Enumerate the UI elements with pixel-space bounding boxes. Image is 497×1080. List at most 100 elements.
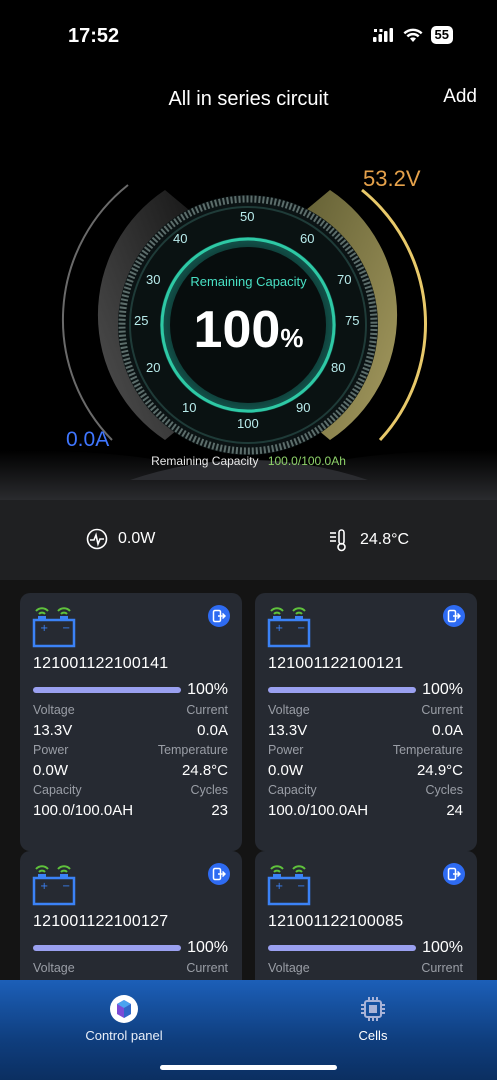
power-stat: 0.0W — [86, 528, 155, 550]
current-label: Current — [421, 703, 463, 717]
current-label: Current — [186, 961, 228, 975]
status-icons: 55 — [372, 26, 453, 44]
gauge-tick: 80 — [331, 360, 346, 375]
battery-wireless-icon: + − — [32, 607, 76, 648]
card-exit-button[interactable] — [443, 863, 465, 885]
label-row: Voltage Current — [268, 703, 463, 717]
temperature-label: Temperature — [392, 743, 463, 757]
battery-percent: 100% — [422, 939, 463, 956]
battery-level-bar — [33, 945, 181, 951]
capacity-value: 100.0/100.0AH — [268, 802, 369, 819]
temperature-label: Temperature — [157, 743, 228, 757]
label-row: Voltage Current — [33, 961, 228, 975]
value-row: 13.3V 0.0A — [268, 722, 463, 739]
battery-wireless-icon: + − — [267, 865, 311, 906]
gauge-label: Remaining Capacity — [190, 274, 307, 289]
voltage-value: 13.3V — [33, 722, 73, 739]
capacity-label: Capacity — [33, 783, 82, 797]
gauge-tick: 20 — [146, 360, 161, 375]
remaining-capacity-line: Remaining Capacity 100.0/100.0Ah — [0, 454, 497, 468]
stats-bar: 0.0W 24.8°C — [0, 500, 497, 580]
voltage-label: Voltage — [33, 703, 75, 717]
gauge-tick: 50 — [240, 209, 255, 224]
capacity-percent: 100% — [0, 300, 497, 360]
label-row: Capacity Cycles — [33, 783, 228, 797]
voltage-label: Voltage — [33, 961, 75, 975]
tab-cells[interactable]: Cells — [283, 994, 463, 1043]
svg-text:−: − — [62, 623, 70, 634]
battery-level-bar — [268, 945, 416, 951]
card-exit-button[interactable] — [208, 863, 230, 885]
tab-label: Cells — [358, 1028, 388, 1043]
gauge-tick: 60 — [300, 231, 315, 246]
power-value: 0.0W — [33, 762, 69, 779]
home-indicator[interactable] — [160, 1065, 337, 1070]
header: All in series circuit Add — [0, 80, 497, 120]
pulse-icon — [86, 528, 108, 550]
label-row: Voltage Current — [33, 703, 228, 717]
svg-text:−: − — [62, 881, 70, 892]
svg-text:+: + — [275, 881, 283, 892]
control-panel-icon — [109, 994, 139, 1024]
battery-id: 121001122100121 — [268, 655, 404, 672]
temperature-value: 24.8°C — [360, 531, 410, 548]
card-exit-button[interactable] — [208, 605, 230, 627]
voltage-readout: 53.2V — [363, 166, 421, 191]
battery-card[interactable]: + − 121001122100127 100% Voltage Current — [20, 851, 242, 980]
current-label: Current — [186, 703, 228, 717]
status-bar: 17:52 55 — [0, 0, 497, 60]
current-value: 0.0A — [432, 722, 463, 739]
battery-id: 121001122100085 — [268, 913, 404, 930]
cells-chip-icon — [358, 994, 388, 1024]
remaining-capacity-label: Remaining Capacity — [151, 454, 259, 468]
label-row: Capacity Cycles — [268, 783, 463, 797]
value-row: 100.0/100.0AH 23 — [33, 802, 228, 819]
gauge-tick: 40 — [173, 231, 188, 246]
battery-percent: 100% — [187, 681, 228, 698]
battery-level-bar — [268, 687, 416, 693]
capacity-gauge: 10 20 25 30 40 50 60 70 75 80 90 100 53.… — [0, 150, 497, 500]
current-readout: 0.0A — [66, 428, 110, 451]
tab-control-panel[interactable]: Control panel — [34, 994, 214, 1043]
capacity-unit: % — [280, 323, 304, 353]
svg-text:+: + — [40, 623, 48, 634]
value-row: 100.0/100.0AH 24 — [268, 802, 463, 819]
svg-text:+: + — [275, 623, 283, 634]
cycles-label: Cycles — [425, 783, 463, 797]
value-row: 13.3V 0.0A — [33, 722, 228, 739]
value-row: 0.0W 24.9°C — [268, 762, 463, 779]
svg-text:−: − — [297, 623, 305, 634]
battery-card[interactable]: + − 121001122100085 100% Voltage Current — [255, 851, 477, 980]
signal-icon — [372, 28, 393, 42]
battery-wireless-icon: + − — [267, 607, 311, 648]
label-row: Voltage Current — [268, 961, 463, 975]
current-value: 0.0A — [197, 722, 228, 739]
exit-icon — [447, 867, 461, 881]
battery-percent: 100% — [187, 939, 228, 956]
battery-id: 121001122100141 — [33, 655, 169, 672]
voltage-label: Voltage — [268, 703, 310, 717]
exit-icon — [212, 867, 226, 881]
add-button[interactable]: Add — [443, 86, 477, 108]
label-row: Power Temperature — [268, 743, 463, 757]
svg-text:+: + — [40, 881, 48, 892]
exit-icon — [212, 609, 226, 623]
temperature-stat: 24.8°C — [328, 528, 409, 552]
card-exit-button[interactable] — [443, 605, 465, 627]
status-time: 17:52 — [68, 25, 120, 47]
gauge-tick: 100 — [237, 416, 259, 431]
cycles-value: 24 — [446, 802, 463, 819]
battery-id: 121001122100127 — [33, 913, 169, 930]
temperature-value: 24.8°C — [181, 762, 228, 779]
capacity-value: 100.0/100.0AH — [33, 802, 134, 819]
thermometer-icon — [330, 529, 346, 552]
battery-card[interactable]: + − 121001122100141 100% Voltage Current… — [20, 593, 242, 851]
battery-card[interactable]: + − 121001122100121 100% Voltage Current… — [255, 593, 477, 851]
battery-indicator: 55 — [430, 26, 453, 44]
capacity-label: Capacity — [268, 783, 317, 797]
current-label: Current — [421, 961, 463, 975]
wifi-icon — [403, 28, 423, 42]
power-value: 0.0W — [268, 762, 304, 779]
voltage-value: 13.3V — [268, 722, 308, 739]
cycles-value: 23 — [211, 802, 228, 819]
